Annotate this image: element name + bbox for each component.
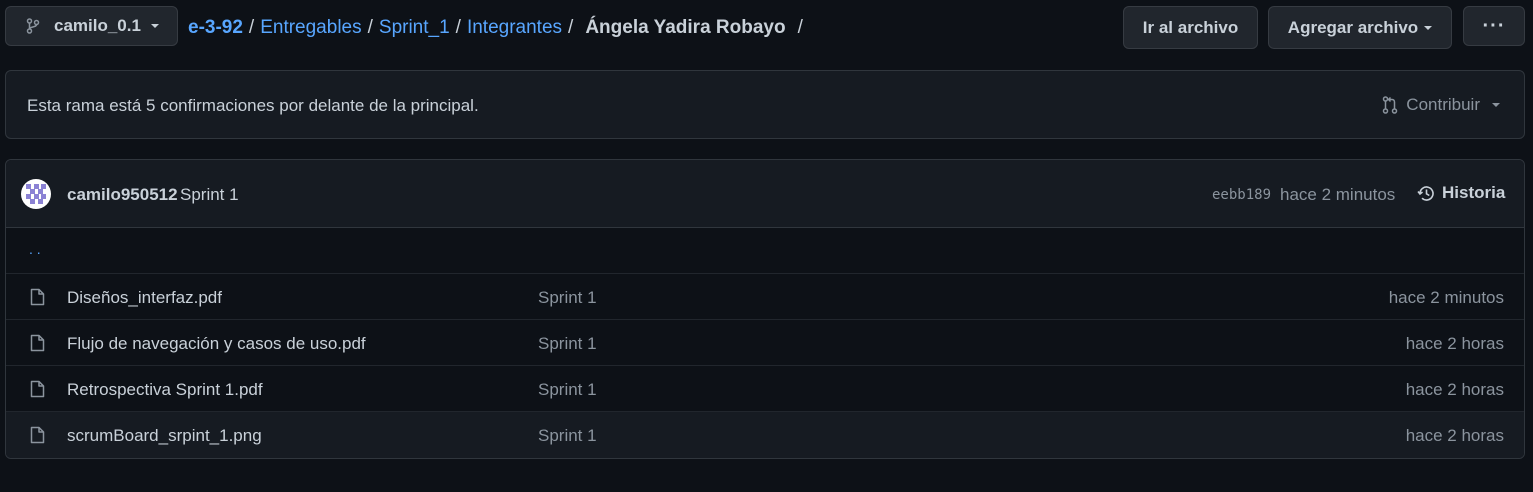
file-list: camilo950512 Sprint 1 eebb189 hace 2 min… [5,159,1525,459]
contribute-label: Contribuir [1406,95,1480,114]
file-name[interactable]: Diseños_interfaz.pdf [67,288,222,308]
commit-time: hace 2 minutos [1280,185,1396,204]
chevron-down-icon [1424,25,1433,30]
history-label: Historia [1442,183,1506,202]
file-time: hace 2 minutos [1388,288,1504,307]
branch-name: camilo_0.1 [54,16,141,35]
goto-file-button[interactable]: Ir al archivo [1123,6,1258,49]
breadcrumb-link-sprint[interactable]: Sprint_1 [379,17,450,38]
file-icon [30,334,45,352]
avatar[interactable] [21,179,51,209]
file-commit-message[interactable]: Sprint 1 [538,288,597,308]
branch-ahead-text: Esta rama está 5 confirmaciones por dela… [27,96,479,115]
file-time: hace 2 horas [1405,426,1504,445]
breadcrumb: e-3-92/Entregables / Sprint_1/Integrantes /… [188,17,803,38]
chevron-down-icon [1492,103,1500,107]
add-file-button[interactable]: Agregar archivo [1268,6,1452,49]
file-time: hace 2 horas [1405,334,1504,353]
file-time: hace 2 horas [1405,380,1504,399]
file-icon [30,288,45,306]
commit-sha[interactable]: eebb189 [1212,187,1271,203]
history-icon [1417,184,1436,203]
breadcrumb-current: Ángela Yadira Robayo [585,17,786,38]
branch-info-bar: Esta rama está 5 confirmaciones por dela… [5,70,1525,139]
file-name[interactable]: Flujo de navegación y casos de uso.pdf [67,334,366,354]
file-row[interactable]: scrumBoard_srpint_1.png Sprint 1 hace 2 … [6,411,1524,458]
contribute-button[interactable]: Contribuir [1382,95,1500,115]
file-row[interactable]: Retrospectiva Sprint 1.pdf Sprint 1 hace… [6,365,1524,412]
breadcrumb-link-entregables[interactable]: Entregables [260,17,361,38]
file-name[interactable]: Retrospectiva Sprint 1.pdf [67,380,263,400]
file-row[interactable]: Diseños_interfaz.pdf Sprint 1 hace 2 min… [6,273,1524,320]
more-options-button[interactable]: ··· [1463,6,1525,46]
branch-selector-button[interactable]: camilo_0.1 [5,6,178,46]
file-commit-message[interactable]: Sprint 1 [538,334,597,354]
commit-author[interactable]: camilo950512 [67,185,178,205]
file-name[interactable]: scrumBoard_srpint_1.png [67,426,262,446]
branch-icon [26,18,40,34]
add-file-label: Agregar archivo [1287,17,1419,37]
pull-request-icon [1382,96,1398,114]
file-icon [30,426,45,444]
file-icon [30,380,45,398]
history-link[interactable]: Historia [1417,183,1505,203]
commit-header: camilo950512 Sprint 1 eebb189 hace 2 min… [6,160,1524,227]
parent-directory-row[interactable]: . . [6,227,1524,274]
file-commit-message[interactable]: Sprint 1 [538,380,597,400]
file-row[interactable]: Flujo de navegación y casos de uso.pdf S… [6,319,1524,366]
chevron-down-icon [150,24,159,28]
file-commit-message[interactable]: Sprint 1 [538,426,597,446]
commit-message[interactable]: Sprint 1 [180,185,239,205]
breadcrumb-repo-link[interactable]: e-3-92 [188,17,243,38]
parent-directory-link[interactable]: . . [29,241,41,257]
breadcrumb-link-integrantes[interactable]: Integrantes [467,17,562,38]
